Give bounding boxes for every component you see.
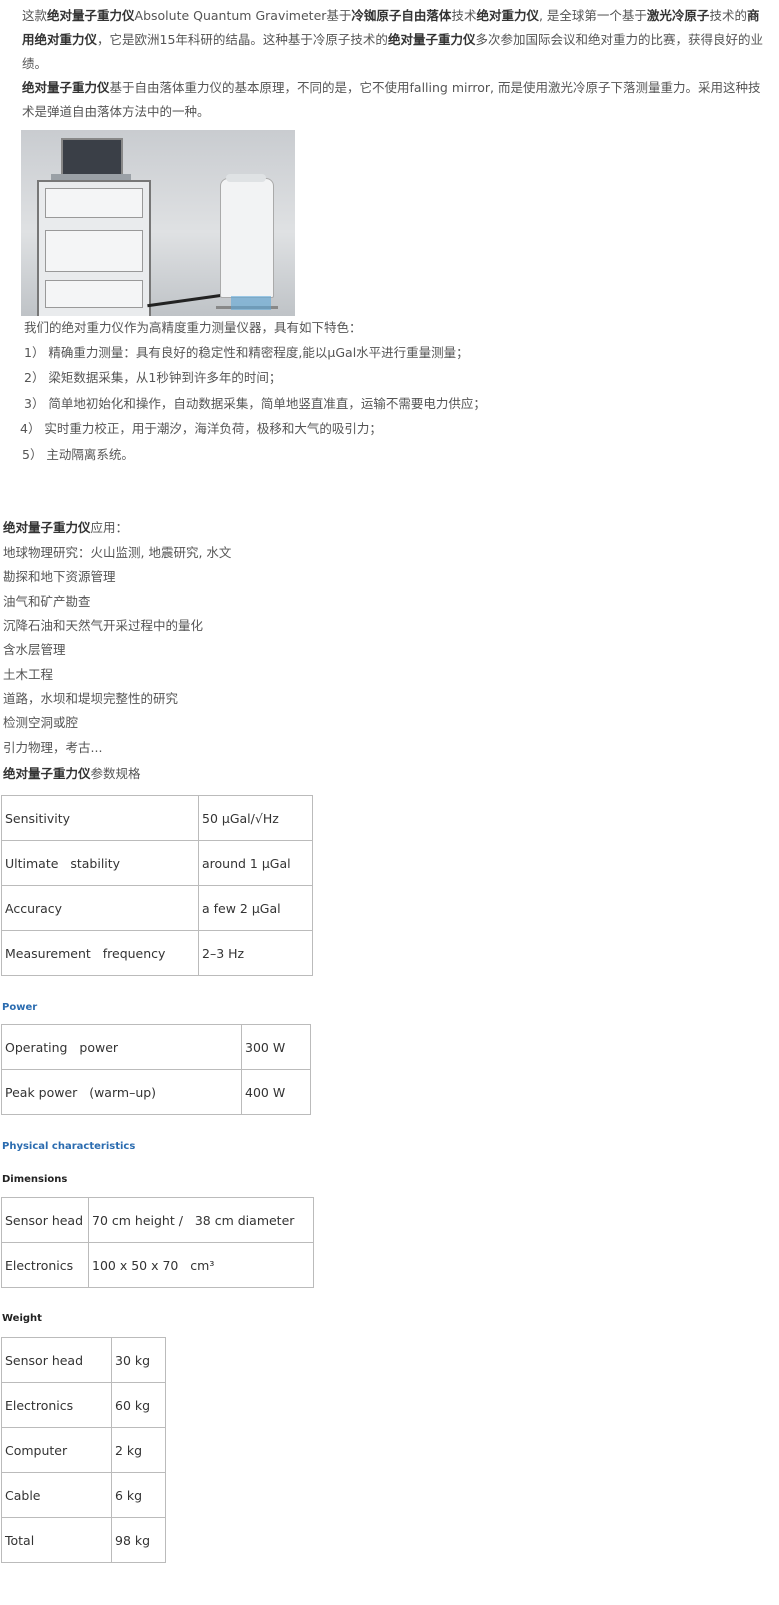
power-label: Peak power (warm–up) [1,1069,242,1115]
table-row: Total 98 kg [1,1517,166,1563]
weight-label: Total [1,1517,112,1563]
power-label: Operating power [1,1024,242,1070]
power-table: Operating power 300 W Peak power (warm–up… [1,1024,311,1115]
table-row: Electronics 60 kg [1,1382,166,1428]
spec-title-rest: 参数规格 [90,766,141,781]
applications-title: 绝对量子重力仪应用： [3,516,128,540]
weight-label: Sensor head [1,1337,112,1383]
weight-label: Computer [1,1427,112,1473]
feature-item-5: 5） 主动隔离系统。 [22,447,134,462]
feature-item-2: 2） 梁矩数据采集，从1秒钟到许多年的时间； [24,370,282,385]
weight-label: Electronics [1,1382,112,1428]
intro-text: 这款绝对量子重力仪Absolute Quantum Gravimeter基于冷铷… [22,4,767,124]
application-item: 油气和矿产勘查 [3,594,91,609]
weight-value: 98 kg [111,1517,166,1563]
application-item: 沉降石油和天然气开采过程中的量化 [3,618,204,633]
power-value: 300 W [241,1024,311,1070]
table-row: Peak power (warm–up) 400 W [1,1069,311,1115]
applications-title-rest: 应用： [90,520,129,535]
intro-segment: 这款 [22,8,48,23]
intro-segment: 基于自由落体重力仪的基本原理，不同的是，它不使用falling mirror, … [22,80,761,119]
intro-segment: 技术的 [709,8,747,23]
intro-segment: ，它是欧洲15年科研的结晶。这种基于冷原子技术的 [97,32,388,47]
intro-paragraph-1: 这款绝对量子重力仪Absolute Quantum Gravimeter基于冷铷… [22,4,767,76]
table-row: Measurement frequency 2–3 Hz [1,930,313,976]
table-row: Accuracy a few 2 μGal [1,885,313,931]
application-item: 检测空洞或腔 [3,715,79,730]
weight-title: Weight [2,1313,42,1324]
table-row: Operating power 300 W [1,1024,311,1070]
applications-title-bold: 绝对量子重力仪 [3,520,91,535]
laptop-shape [61,138,123,176]
spec-label: Accuracy [1,885,199,931]
application-item: 地球物理研究：火山监测, 地震研究, 水文 [3,545,232,560]
intro-segment: , 是全球第一个基于 [538,8,647,23]
weight-table: Sensor head 30 kg Electronics 60 kg Comput… [1,1337,166,1563]
power-title: Power [2,1002,38,1013]
spec-label: Measurement frequency [1,930,199,976]
spec-value: around 1 μGal [198,840,313,886]
spec-label: Sensitivity [1,795,199,841]
features-intro: 我们的绝对重力仪作为高精度重力测量仪器，具有如下特色： [24,320,362,335]
spec-table: Sensitivity 50 μGal/√Hz Ultimate stabilit… [1,795,313,976]
spec-value: a few 2 μGal [198,885,313,931]
application-item: 道路，水坝和堤坝完整性的研究 [3,691,179,706]
physical-title: Physical characteristics [2,1141,136,1152]
application-item: 土木工程 [3,667,54,682]
spec-label: Ultimate stability [1,840,199,886]
power-value: 400 W [241,1069,311,1115]
intro-segment: 绝对量子重力仪 [47,8,135,23]
dimension-value: 70 cm height / 38 cm diameter [88,1197,314,1243]
intro-segment: 激光冷原子 [646,8,710,23]
weight-label: Cable [1,1472,112,1518]
product-photo [21,130,295,316]
intro-segment: 技术 [451,8,477,23]
weight-value: 6 kg [111,1472,166,1518]
dimensions-table: Sensor head 70 cm height / 38 cm diameter… [1,1197,314,1288]
table-row: Electronics 100 x 50 x 70 cm³ [1,1242,314,1288]
intro-segment: 绝对量子重力仪 [387,32,476,47]
feature-item-4: 4） 实时重力校正，用于潮汐，海洋负荷，极移和大气的吸引力； [20,421,382,436]
intro-segment: 绝对量子重力仪 [22,80,110,95]
table-row: Sensitivity 50 μGal/√Hz [1,795,313,841]
dimension-label: Sensor head [1,1197,89,1243]
application-item: 勘探和地下资源管理 [3,569,116,584]
sensor-head-shape [220,178,274,298]
weight-value: 30 kg [111,1337,166,1383]
intro-segment: 冷铷原子自由落体 [351,8,452,23]
spec-title-bold: 绝对量子重力仪 [3,766,91,781]
table-row: Ultimate stability around 1 μGal [1,840,313,886]
weight-value: 2 kg [111,1427,166,1473]
intro-segment: Absolute Quantum Gravimeter基于 [134,8,352,23]
spec-value: 2–3 Hz [198,930,313,976]
dimension-label: Electronics [1,1242,89,1288]
table-row: Cable 6 kg [1,1472,166,1518]
dimensions-title: Dimensions [2,1174,68,1185]
spec-title: 绝对量子重力仪参数规格 [3,762,141,786]
table-row: Computer 2 kg [1,1427,166,1473]
application-item: 含水层管理 [3,642,66,657]
feature-item-3: 3） 简单地初始化和操作，自动数据采集，简单地竖直准直，运输不需要电力供应； [24,396,486,411]
weight-value: 60 kg [111,1382,166,1428]
table-row: Sensor head 70 cm height / 38 cm diameter [1,1197,314,1243]
intro-segment: 绝对重力仪 [476,8,539,23]
table-row: Sensor head 30 kg [1,1337,166,1383]
feature-item-1: 1） 精确重力测量：具有良好的稳定性和精密程度,能以μGal水平进行重量测量； [24,345,469,360]
application-item: 引力物理，考古... [3,740,103,755]
dimension-value: 100 x 50 x 70 cm³ [88,1242,314,1288]
intro-paragraph-2: 绝对量子重力仪基于自由落体重力仪的基本原理，不同的是，它不使用falling m… [22,76,767,124]
spec-value: 50 μGal/√Hz [198,795,313,841]
